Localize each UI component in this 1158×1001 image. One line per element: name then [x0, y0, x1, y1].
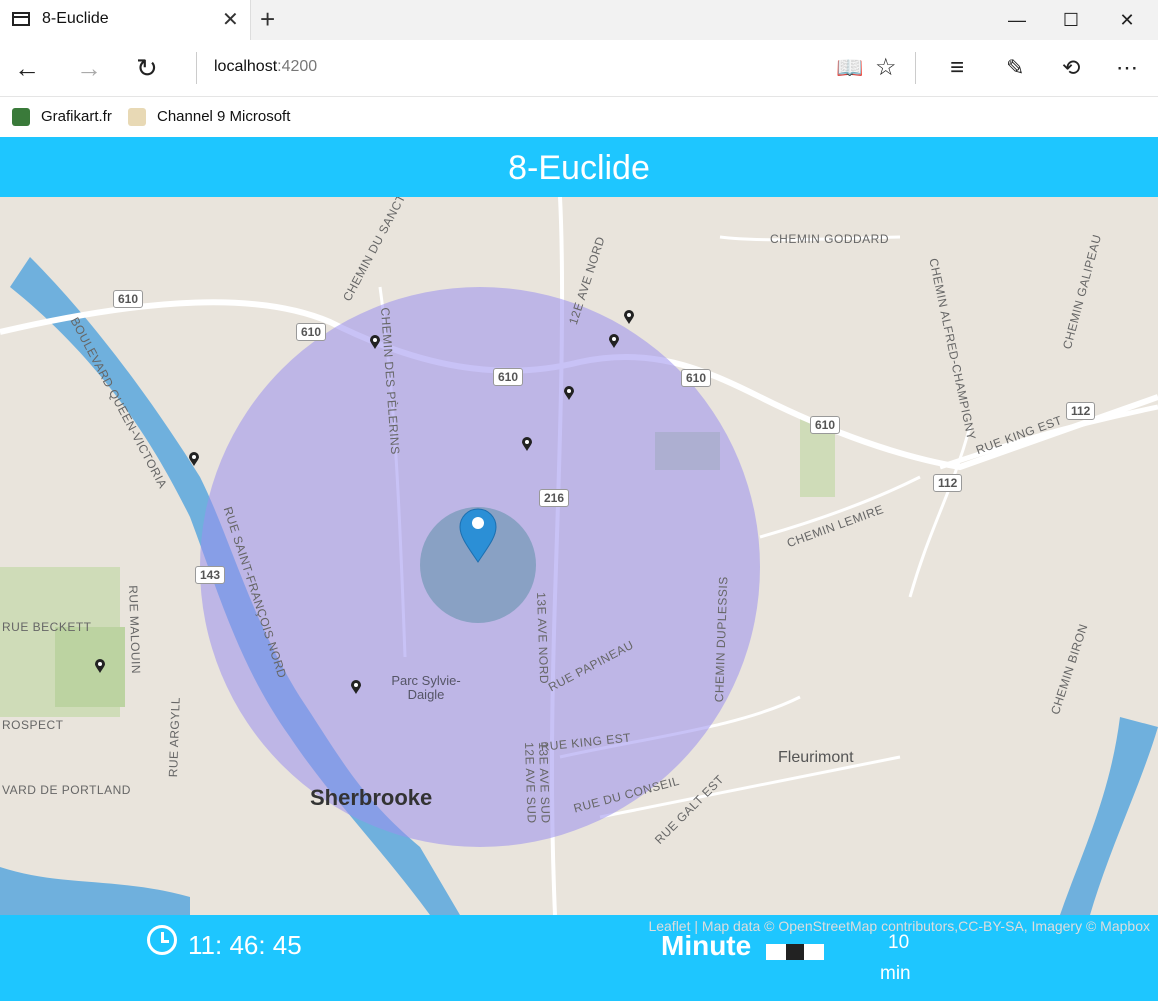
poi-pin-icon[interactable]	[189, 452, 199, 466]
road-label: VARD DE PORTLAND	[2, 783, 131, 797]
app-title: 8-Euclide	[508, 149, 650, 187]
favorite-grafikart[interactable]: Grafikart.fr	[41, 108, 112, 125]
app-header: 8-Euclide	[0, 137, 1158, 197]
minute-slider[interactable]	[766, 944, 824, 960]
map-view[interactable]: 610 610 610 610 610 216 143 112 112 CHEM…	[0, 197, 1158, 915]
minute-value: 10	[888, 932, 910, 953]
poi-pin-icon[interactable]	[522, 437, 532, 451]
tab-page-icon	[12, 12, 30, 26]
highway-shield: 112	[933, 474, 963, 492]
road-label: 13E AVE SUD	[536, 742, 553, 824]
grafikart-icon	[12, 108, 30, 126]
minimize-button[interactable]: —	[988, 0, 1046, 40]
highway-shield: 610	[810, 416, 841, 434]
toolbar-separator	[915, 52, 916, 84]
url-separator	[196, 52, 197, 84]
highway-shield: 143	[195, 566, 226, 584]
tab-title: 8-Euclide	[42, 10, 109, 27]
road	[908, 426, 972, 598]
road-label: CHEMIN GODDARD	[770, 232, 890, 246]
share-icon[interactable]: ⟲	[1062, 50, 1080, 86]
poi-pin-icon[interactable]	[351, 680, 361, 694]
reading-view-icon[interactable]: 📖	[836, 50, 863, 86]
town-label: Fleurimont	[778, 749, 854, 766]
clock-icon	[147, 925, 177, 955]
poi-pin-icon[interactable]	[624, 310, 634, 324]
close-window-button[interactable]: ✕	[1098, 0, 1156, 40]
channel9-icon	[128, 108, 146, 126]
poi-pin-icon[interactable]	[564, 386, 574, 400]
refresh-icon[interactable]: ↻	[136, 50, 158, 86]
favorite-star-icon[interactable]: ☆	[875, 50, 897, 86]
highway-shield: 610	[113, 290, 144, 308]
tab-close-button[interactable]: ✕	[222, 7, 239, 32]
url-host: localhost	[214, 58, 278, 75]
poi-pin-icon[interactable]	[370, 335, 380, 349]
highway-shield: 610	[296, 323, 327, 341]
road-label: ROSPECT	[2, 718, 64, 732]
highway-shield: 610	[681, 369, 712, 387]
back-icon[interactable]: ←	[14, 50, 40, 86]
clock-time: 11: 46: 45	[188, 930, 302, 960]
new-tab-button[interactable]: +	[260, 4, 275, 35]
browser-toolbar	[0, 40, 1158, 97]
address-bar[interactable]: localhost:4200	[214, 58, 317, 76]
browser-tab[interactable]: 8-Euclide ✕	[0, 0, 251, 40]
road-label: RUE ARGYLL	[166, 696, 183, 778]
highway-shield: 610	[493, 368, 524, 386]
forward-icon[interactable]: →	[76, 50, 102, 86]
url-port: :4200	[277, 58, 318, 75]
hub-icon[interactable]: ≡	[950, 50, 964, 86]
road-label: RUE BECKETT	[2, 620, 92, 634]
more-icon[interactable]: ⋯	[1116, 50, 1138, 86]
green-area	[55, 627, 125, 707]
poi-pin-icon[interactable]	[95, 659, 105, 673]
minute-slider-thumb[interactable]	[786, 944, 804, 960]
minute-label: Minute	[661, 930, 752, 961]
favorite-channel9[interactable]: Channel 9 Microsoft	[157, 108, 290, 125]
poi-pin-icon[interactable]	[609, 334, 619, 348]
highway-shield: 216	[539, 489, 570, 507]
web-note-icon[interactable]: ✎	[1006, 50, 1024, 86]
park-label: Parc Sylvie-Daigle	[391, 673, 461, 702]
maximize-button[interactable]: ☐	[1042, 0, 1100, 40]
river	[0, 867, 190, 915]
river	[1060, 717, 1158, 915]
highway-shield: 112	[1066, 402, 1096, 420]
city-label: Sherbrooke	[310, 785, 433, 810]
minute-unit: min	[880, 963, 911, 984]
